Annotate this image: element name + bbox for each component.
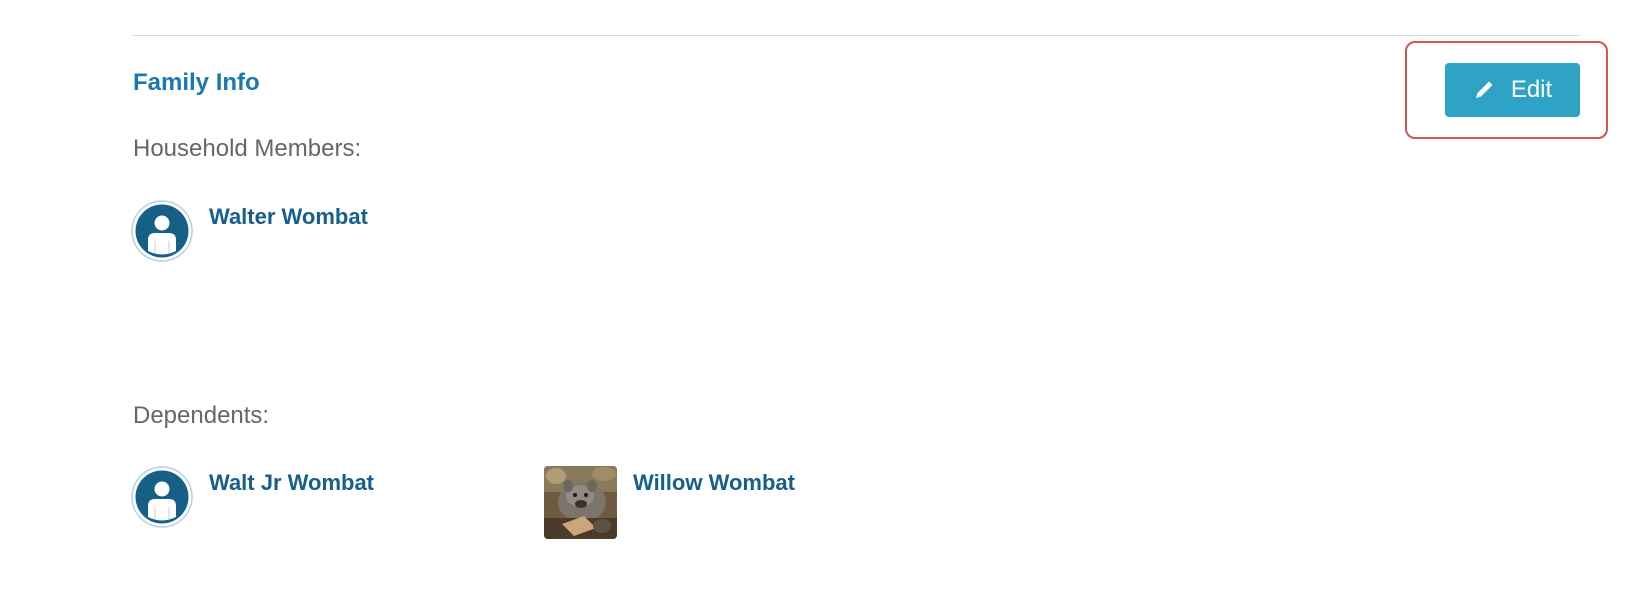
- default-person-icon: [131, 200, 193, 262]
- dependent-member[interactable]: Walt Jr Wombat: [131, 466, 374, 528]
- household-member[interactable]: Walter Wombat: [131, 200, 368, 262]
- member-name-link[interactable]: Walter Wombat: [209, 203, 368, 231]
- section-title: Family Info: [133, 69, 260, 96]
- member-name-link[interactable]: Walt Jr Wombat: [209, 469, 374, 497]
- section-divider: [133, 35, 1580, 36]
- wombat-photo: [544, 466, 617, 539]
- edit-button[interactable]: Edit: [1445, 63, 1580, 117]
- pencil-icon: [1473, 79, 1495, 101]
- household-members-label: Household Members:: [133, 135, 362, 162]
- dependents-label: Dependents:: [133, 402, 270, 429]
- member-name-link[interactable]: Willow Wombat: [633, 469, 795, 497]
- edit-button-label: Edit: [1510, 76, 1553, 103]
- dependent-member[interactable]: Willow Wombat: [544, 466, 795, 539]
- default-person-icon: [131, 466, 193, 528]
